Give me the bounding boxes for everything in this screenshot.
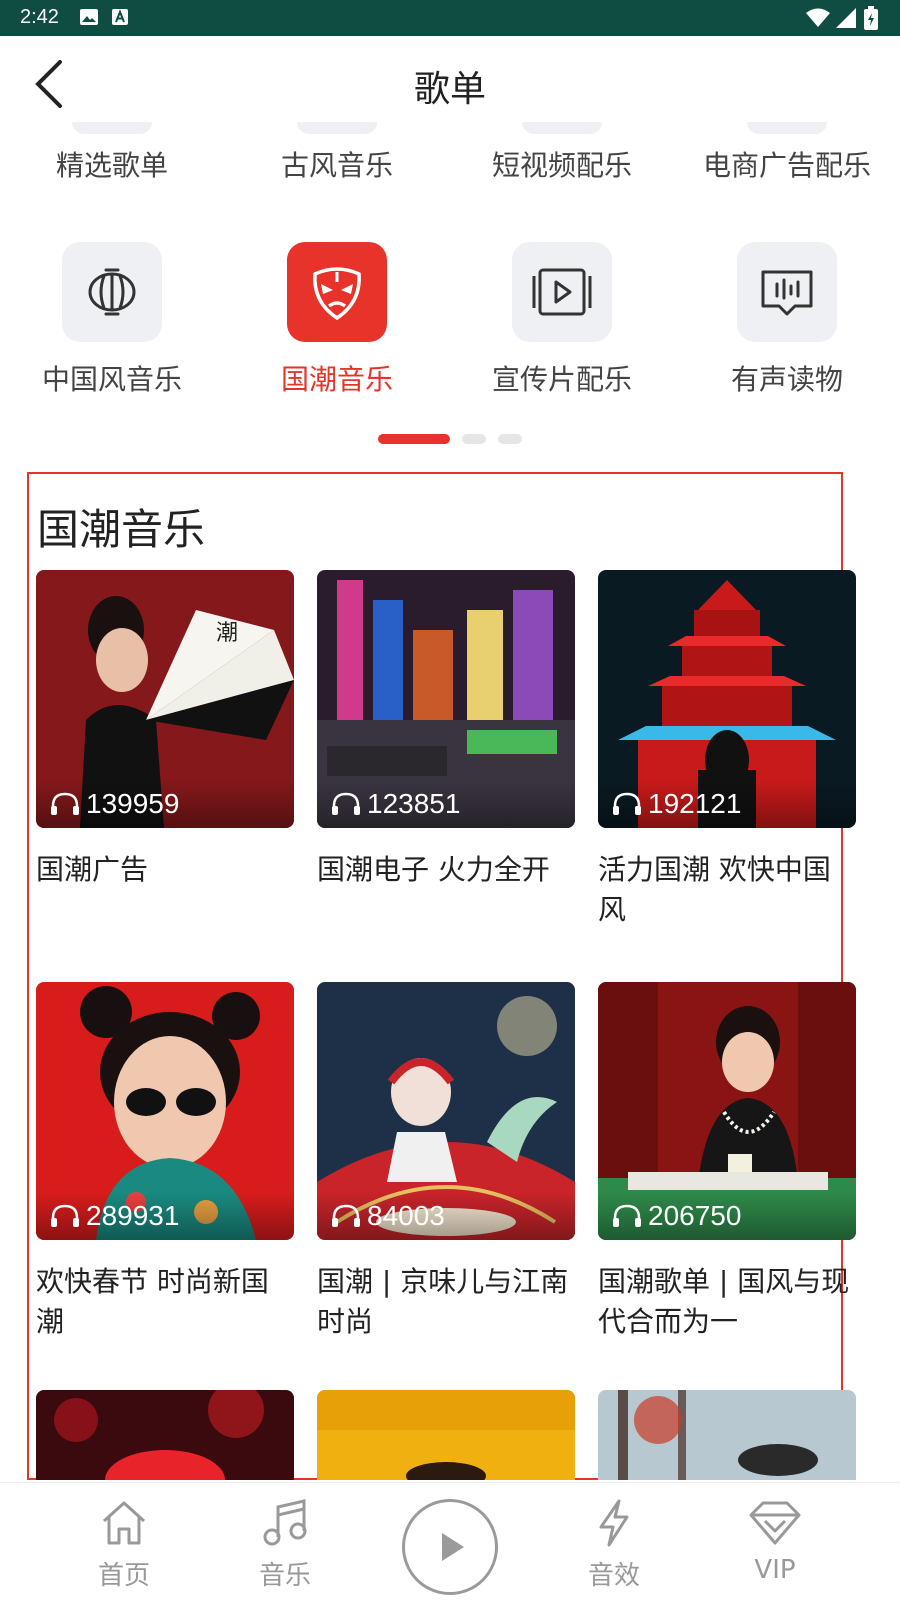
bottom-navigation: 首页 音乐 音效 VIP — [0, 1482, 900, 1600]
app-notification-icon — [112, 9, 128, 29]
playlist-title: 国潮歌单 | 国风与现代合而为一 — [598, 1265, 850, 1338]
category-ecommerce-ad[interactable]: 电商广告配乐 — [687, 144, 887, 184]
headphones-icon — [331, 792, 361, 816]
nav-music[interactable]: 音乐 — [225, 1499, 345, 1592]
play-count-value: 123851 — [367, 788, 461, 819]
playlist-card[interactable] — [598, 1390, 856, 1480]
signal-icon — [836, 8, 856, 32]
section-title: 国潮音乐 — [37, 505, 206, 554]
svg-text:潮: 潮 — [216, 621, 238, 646]
playlist-card[interactable]: 289931 欢快春节 时尚新国潮 — [36, 982, 294, 1342]
playlist-card[interactable]: 123851 国潮电子 火力全开 — [317, 570, 575, 890]
category-icon-peek — [72, 122, 152, 134]
video-play-icon — [512, 242, 612, 342]
status-time: 2:42 — [20, 6, 59, 28]
headphones-icon — [50, 1204, 80, 1228]
nav-label: 首页 — [97, 1561, 150, 1591]
home-icon — [102, 1501, 146, 1545]
audio-wave-icon — [737, 242, 837, 342]
playlist-card[interactable]: 潮 139959 国潮广告 — [36, 570, 294, 890]
play-count: 123851 — [317, 780, 575, 828]
category-label: 宣传片配乐 — [491, 363, 632, 396]
nav-vip[interactable]: VIP — [715, 1499, 835, 1585]
play-count: 139959 — [36, 780, 294, 828]
play-count: 192121 — [598, 780, 856, 828]
image-notification-icon — [80, 9, 98, 29]
play-count: 206750 — [598, 1192, 856, 1240]
playlist-card[interactable]: 206750 国潮歌单 | 国风与现代合而为一 — [598, 982, 856, 1342]
category-guochao[interactable]: 国潮音乐 — [237, 242, 437, 398]
nav-sound-effects[interactable]: 音效 — [554, 1499, 674, 1592]
category-label: 古风音乐 — [280, 149, 393, 182]
playlist-cover: 潮 139959 — [36, 570, 294, 828]
play-count-value: 139959 — [86, 788, 180, 819]
headphones-icon — [612, 1204, 642, 1228]
battery-icon — [864, 6, 878, 34]
nav-home[interactable]: 首页 — [64, 1499, 184, 1592]
category-ancient-style[interactable]: 古风音乐 — [237, 144, 437, 184]
playlist-title: 国潮电子 火力全开 — [317, 853, 550, 886]
top-bar: 歌单 — [0, 36, 900, 136]
play-count: 289931 — [36, 1192, 294, 1240]
playlist-title: 国潮 | 京味儿与江南时尚 — [317, 1265, 569, 1338]
playlist-card[interactable] — [36, 1390, 294, 1480]
page-indicator — [0, 434, 900, 444]
play-count-value: 289931 — [86, 1200, 180, 1231]
headphones-icon — [612, 792, 642, 816]
category-icon-peek — [747, 122, 827, 134]
category-label: 有声读物 — [730, 363, 843, 396]
wifi-icon — [806, 8, 830, 32]
play-icon — [442, 1533, 464, 1561]
play-button[interactable] — [402, 1499, 498, 1595]
category-label: 电商广告配乐 — [702, 149, 871, 182]
lightning-icon — [599, 1499, 629, 1547]
diamond-icon — [749, 1501, 801, 1545]
playlist-cover: 206750 — [598, 982, 856, 1240]
playlist-card[interactable]: 84003 国潮 | 京味儿与江南时尚 — [317, 982, 575, 1342]
playlist-cover: 192121 — [598, 570, 856, 828]
category-short-video[interactable]: 短视频配乐 — [462, 144, 662, 184]
category-chinese-style[interactable]: 中国风音乐 — [12, 242, 212, 398]
playlist-title: 国潮广告 — [36, 853, 149, 886]
category-label: 短视频配乐 — [491, 149, 632, 182]
play-count-value: 192121 — [648, 788, 742, 819]
lantern-icon — [62, 242, 162, 342]
category-featured-playlists[interactable]: 精选歌单 — [12, 144, 212, 184]
category-icon-peek — [522, 122, 602, 134]
play-count: 84003 — [317, 1192, 575, 1240]
playlist-title: 活力国潮 欢快中国风 — [598, 853, 831, 926]
page-dot — [498, 434, 522, 444]
status-bar: 2:42 — [0, 0, 900, 36]
playlist-cover: 84003 — [317, 982, 575, 1240]
play-count-value: 206750 — [648, 1200, 742, 1231]
playlist-cover — [36, 1390, 294, 1480]
nav-label: VIP — [754, 1555, 796, 1585]
category-label: 精选歌单 — [55, 149, 168, 182]
playlist-cover: 123851 — [317, 570, 575, 828]
music-note-icon — [263, 1499, 307, 1546]
category-audiobooks[interactable]: 有声读物 — [687, 242, 887, 398]
headphones-icon — [331, 1204, 361, 1228]
playlist-cover — [317, 1390, 575, 1480]
opera-mask-icon — [287, 242, 387, 342]
playlist-card[interactable] — [317, 1390, 575, 1480]
page-title: 歌单 — [413, 69, 486, 110]
nav-label: 音乐 — [258, 1561, 311, 1591]
headphones-icon — [50, 792, 80, 816]
nav-label: 音效 — [587, 1561, 640, 1591]
playlist-title: 欢快春节 时尚新国潮 — [36, 1265, 269, 1338]
playlist-cover — [598, 1390, 856, 1480]
page-dot — [462, 434, 486, 444]
category-label: 中国风音乐 — [41, 363, 182, 396]
playlist-card[interactable]: 192121 活力国潮 欢快中国风 — [598, 570, 856, 930]
play-count-value: 84003 — [367, 1200, 445, 1231]
category-label: 国潮音乐 — [280, 363, 393, 396]
category-promo-video[interactable]: 宣传片配乐 — [462, 242, 662, 398]
playlist-cover: 289931 — [36, 982, 294, 1240]
page-dot-active — [378, 434, 450, 444]
category-icon-peek — [297, 122, 377, 134]
